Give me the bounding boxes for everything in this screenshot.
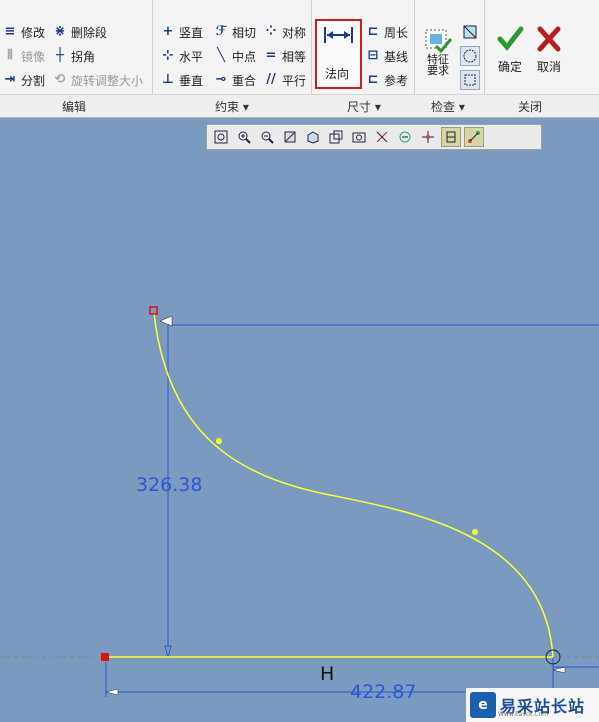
divide-icon: ⇥ [4, 72, 16, 87]
rotate-resize-icon: ⟲ [54, 72, 66, 87]
view-manager-icon[interactable] [349, 127, 369, 147]
cancel-button[interactable]: 取消 [531, 24, 567, 75]
repaint-icon[interactable] [280, 127, 300, 147]
spline-curve[interactable] [153, 312, 554, 658]
edit-group-label: 编辑 [62, 100, 87, 114]
datum-display-icon[interactable] [372, 127, 392, 147]
dimension-arrow [159, 315, 173, 327]
symmetric-constraint-button[interactable]: ⁘ 对称 [263, 22, 306, 42]
dimension-arrow [105, 688, 119, 696]
reference-button[interactable]: ⊏ 参考 [365, 70, 408, 90]
highlight-open-ends-icon[interactable] [460, 70, 480, 90]
annotation-display-icon[interactable] [395, 127, 415, 147]
sketch-view-icon[interactable] [441, 127, 461, 147]
watermark: e 易采站长站 Www.Easck.Com [466, 688, 599, 722]
dimension-group-label[interactable]: 尺寸 ▾ [347, 98, 381, 115]
spline-point[interactable] [472, 529, 478, 535]
close-group-label: 关闭 [518, 100, 543, 114]
spin-center-icon[interactable] [418, 127, 438, 147]
mirror-icon: ⫴ [7, 48, 13, 63]
midpoint-constraint-button[interactable]: ╲ 中点 [213, 46, 256, 66]
vertical-icon: + [162, 24, 174, 39]
site-logo-icon: e [470, 692, 496, 718]
zoom-in-icon[interactable] [234, 127, 254, 147]
vertical-constraint-button[interactable]: + 竖直 [160, 22, 203, 42]
corner-icon: ┼ [56, 48, 64, 63]
normal-dimension-label: 法向 [325, 67, 350, 81]
feature-requirements-icon [425, 29, 453, 54]
symmetric-icon: ⁘ [265, 24, 277, 39]
tangent-constraint-button[interactable]: ℱ 相切 [213, 22, 256, 42]
checkmark-icon [497, 26, 524, 51]
baseline-button[interactable]: ⊟ 基线 [365, 46, 408, 66]
coincident-icon: ⊸ [215, 72, 227, 87]
parallel-icon: // [266, 72, 276, 87]
spline-point[interactable] [216, 438, 222, 444]
saved-orientations-icon[interactable] [326, 127, 346, 147]
mirror-button[interactable]: ⫴ 镜像 [2, 46, 45, 66]
close-icon [537, 26, 561, 52]
modify-icon: ≡ [4, 24, 16, 39]
ok-button[interactable]: 确定 [492, 24, 528, 75]
equal-constraint-button[interactable]: = 相等 [263, 46, 306, 66]
normal-dimension-button[interactable]: 法向 [315, 19, 362, 89]
corner-button[interactable]: ┼ 拐角 [52, 46, 95, 66]
perpendicular-icon: ⊥ [162, 72, 174, 87]
divide-button[interactable]: ⇥ 分割 [2, 70, 45, 90]
refit-icon[interactable] [211, 127, 231, 147]
view-toolbar [206, 124, 542, 150]
overlap-inspect-icon[interactable] [460, 22, 480, 42]
coincident-constraint-button[interactable]: ⊸ 重合 [213, 70, 256, 90]
baseline-icon: ⊟ [367, 48, 379, 63]
perpendicular-constraint-button[interactable]: ⊥ 垂直 [160, 70, 203, 90]
vertical-dimension-value[interactable]: 326.38 [136, 474, 202, 496]
inspect-group-label[interactable]: 检查 ▾ [431, 98, 465, 115]
display-style-icon[interactable] [303, 127, 323, 147]
feature-requirements-button[interactable]: 特征要求 [420, 22, 456, 76]
horizontal-constraint-symbol: H [320, 663, 334, 685]
perimeter-icon: ⊏ [367, 24, 379, 39]
sketch-canvas[interactable]: 326.38 422.87 H [0, 117, 599, 722]
shade-closed-loops-icon[interactable] [460, 46, 480, 66]
perimeter-button[interactable]: ⊏ 周长 [365, 22, 408, 42]
ribbon: ≡ 修改 ⋇ 删除段 ⫴ 镜像 ┼ 拐角 ⇥ 分割 ⟲ 旋转调整大小 + 竖直 ℱ 相切 ⁘ 对称… [0, 0, 599, 118]
horizontal-icon: ⊹ [162, 48, 174, 63]
delete-segment-button[interactable]: ⋇ 删除段 [52, 22, 107, 42]
zoom-out-icon[interactable] [257, 127, 277, 147]
constrain-group-label[interactable]: 约束 ▾ [215, 98, 249, 115]
parallel-constraint-button[interactable]: //平行 [263, 70, 306, 90]
dimension-arrow [552, 666, 566, 674]
sketch-display-icon[interactable] [464, 127, 484, 147]
horizontal-dimension-value[interactable]: 422.87 [350, 681, 416, 703]
delete-segment-icon: ⋇ [54, 24, 66, 39]
modify-button[interactable]: ≡ 修改 [2, 22, 45, 42]
endpoint-marker[interactable] [149, 306, 158, 315]
horizontal-constraint-button[interactable]: ⊹ 水平 [160, 46, 203, 66]
rotate-resize-button[interactable]: ⟲ 旋转调整大小 [52, 70, 143, 90]
midpoint-icon: ╲ [217, 48, 225, 63]
reference-icon: ⊏ [367, 72, 379, 87]
equal-icon: = [265, 48, 277, 63]
tangent-icon: ℱ [215, 24, 227, 39]
endpoint-marker[interactable] [101, 653, 109, 661]
dimension-arrow [164, 645, 172, 659]
ribbon-group-labels: 编辑 约束 ▾ 尺寸 ▾ 检查 ▾ 关闭 [0, 94, 599, 117]
